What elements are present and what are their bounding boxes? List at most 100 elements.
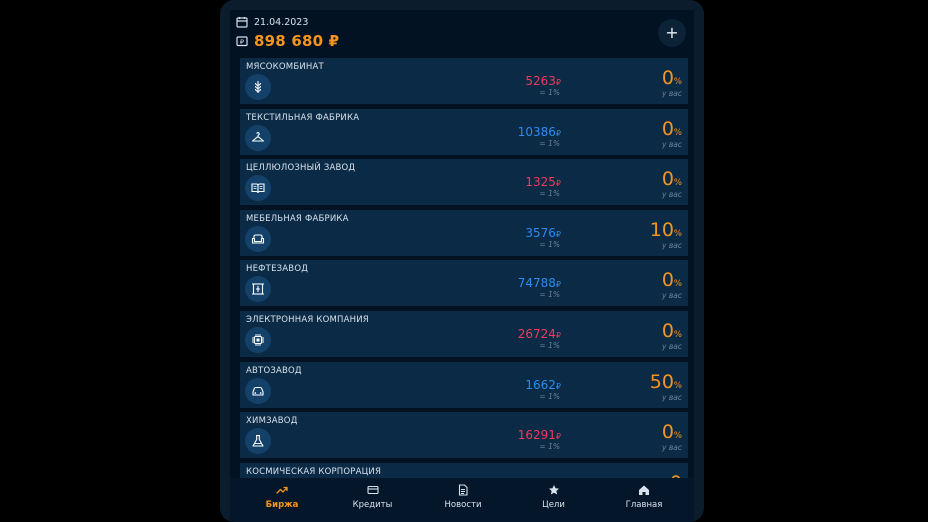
price-change: = 1% (539, 138, 560, 148)
stock-price: 1662₽ (525, 378, 561, 392)
price-change: = 1% (539, 239, 560, 249)
percent-sign: % (673, 330, 682, 340)
company-card[interactable]: КОСМИЧЕСКАЯ КОРПОРАЦИЯ0 (240, 462, 688, 478)
ownership-share: 50% (650, 371, 682, 393)
price-change: = 1% (539, 391, 560, 401)
ownership-share: 0% (662, 67, 682, 89)
app-frame: 21.04.2023 ₽ 898 680 ₽ + МЯСОКОМБИНАТ 526… (220, 0, 704, 522)
ownership-share: 0% (662, 118, 682, 140)
tab-star[interactable]: Цели (514, 478, 594, 522)
stock-price-value: 1662 (525, 377, 556, 392)
tab-trend[interactable]: Биржа (242, 478, 322, 522)
company-card[interactable]: НЕФТЕЗАВОД 74788₽ = 1% 0% у вас (240, 260, 688, 307)
currency-symbol: ₽ (555, 381, 561, 391)
sofa-badge (245, 225, 271, 252)
app-screen: 21.04.2023 ₽ 898 680 ₽ + МЯСОКОМБИНАТ 526… (230, 10, 694, 522)
company-card[interactable]: ХИМЗАВОД 16291₽ = 1% 0% у вас (240, 412, 688, 459)
tab-news[interactable]: Новости (423, 478, 503, 522)
wheat-icon (254, 81, 262, 93)
company-list[interactable]: МЯСОКОМБИНАТ 5263₽ = 1% 0% у вас ТЕКСТИЛЬНАЯ … (240, 58, 688, 478)
stock-price-value: 10386 (517, 124, 556, 139)
car-badge (245, 377, 271, 404)
ownership-value: 0 (661, 421, 674, 444)
ownership-caption: у вас (662, 89, 682, 98)
company-card[interactable]: МЯСОКОМБИНАТ 5263₽ = 1% 0% у вас (240, 58, 688, 104)
add-button[interactable]: + (658, 19, 686, 47)
news-icon (458, 484, 468, 496)
svg-text:₽: ₽ (240, 38, 244, 46)
ownership-share: 0% (662, 168, 682, 190)
percent-sign: % (673, 77, 682, 87)
currency-symbol: ₽ (555, 128, 561, 138)
company-name: ТЕКСТИЛЬНАЯ ФАБРИКА (246, 112, 360, 123)
price-change: = 1% (539, 442, 560, 452)
stock-price-value: 1325 (525, 175, 556, 190)
stock-price: 5263₽ (525, 74, 561, 88)
stock-price: 10386₽ (518, 125, 561, 139)
company-card[interactable]: ТЕКСТИЛЬНАЯ ФАБРИКА 10386₽ = 1% 0% у вас (240, 108, 688, 155)
ownership-caption: у вас (662, 240, 682, 250)
ownership-value: 0 (661, 320, 674, 342)
car-icon (252, 386, 264, 396)
ownership-caption: у вас (662, 139, 682, 149)
company-card[interactable]: МЕБЕЛЬНАЯ ФАБРИКА 3576₽ = 1% 10% у вас (240, 209, 688, 256)
price-change: = 1% (539, 341, 560, 350)
ownership-caption: у вас (662, 342, 682, 351)
company-card[interactable]: АВТОЗАВОД 1662₽ = 1% 50% у вас (240, 361, 688, 408)
ownership-value: 50 (649, 370, 674, 393)
hanger-badge (245, 124, 271, 151)
wallet-icon: ₽ (236, 36, 248, 47)
price-change: = 1% (539, 290, 560, 300)
company-name: ХИМЗАВОД (246, 416, 298, 427)
ownership-caption: у вас (662, 291, 682, 301)
trend-icon (276, 486, 288, 494)
calendar-icon (236, 17, 248, 28)
percent-sign: % (673, 380, 682, 391)
ownership-value: 10 (649, 218, 674, 241)
wheat-badge (245, 74, 271, 100)
ownership-value: 0 (661, 67, 674, 89)
hanger-icon (251, 131, 265, 142)
stock-price: 16291₽ (518, 428, 561, 442)
company-name: МЯСОКОМБИНАТ (246, 62, 324, 72)
currency-symbol: ₽ (555, 179, 561, 189)
company-name: ЦЕЛЛЮЛОЗНЫЙ ЗАВОД (246, 163, 356, 174)
tab-label: Цели (542, 500, 565, 510)
bottom-tab-bar: Биржа Кредиты Новости Цели Главная (230, 478, 694, 522)
tab-card[interactable]: Кредиты (333, 478, 413, 522)
tab-label: Кредиты (352, 500, 393, 510)
ownership-caption: у вас (662, 443, 682, 453)
currency-symbol: ₽ (555, 432, 561, 442)
percent-sign: % (673, 228, 682, 239)
sofa-icon (251, 234, 265, 244)
stock-price-value: 16291 (517, 428, 556, 443)
current-date: 21.04.2023 (254, 16, 309, 28)
ownership-share: 0% (662, 320, 682, 342)
company-card[interactable]: ЭЛЕКТРОННАЯ КОМПАНИЯ 26724₽ = 1% 0% у вас (240, 311, 688, 357)
chip-icon (252, 334, 264, 346)
stock-price: 74788₽ (518, 276, 561, 290)
balance-row: ₽ 898 680 ₽ (236, 32, 339, 50)
tab-home[interactable]: Главная (604, 478, 684, 522)
company-name: АВТОЗАВОД (246, 365, 302, 376)
ownership-share: 0% (662, 269, 682, 291)
refinery-icon (252, 283, 264, 295)
card-icon (366, 485, 379, 495)
ownership-share: 10% (650, 219, 682, 241)
stock-price-value: 5263 (525, 74, 556, 88)
ownership-value: 0 (661, 269, 674, 292)
tab-label: Биржа (265, 500, 299, 510)
percent-sign: % (673, 431, 682, 442)
chip-badge (245, 327, 271, 353)
stock-price: 3576₽ (525, 226, 561, 240)
stock-price-value: 26724 (517, 327, 556, 341)
company-name: КОСМИЧЕСКАЯ КОРПОРАЦИЯ (246, 466, 382, 477)
company-card[interactable]: ЦЕЛЛЮЛОЗНЫЙ ЗАВОД 1325₽ = 1% 0% у вас (240, 159, 688, 206)
percent-sign: % (673, 127, 682, 138)
percent-sign: % (673, 279, 682, 290)
flask-badge (245, 428, 271, 455)
company-name: НЕФТЕЗАВОД (246, 264, 309, 275)
stock-price: 1325₽ (525, 175, 561, 189)
ownership-caption: у вас (662, 392, 682, 402)
ownership-value: 0 (661, 117, 674, 140)
